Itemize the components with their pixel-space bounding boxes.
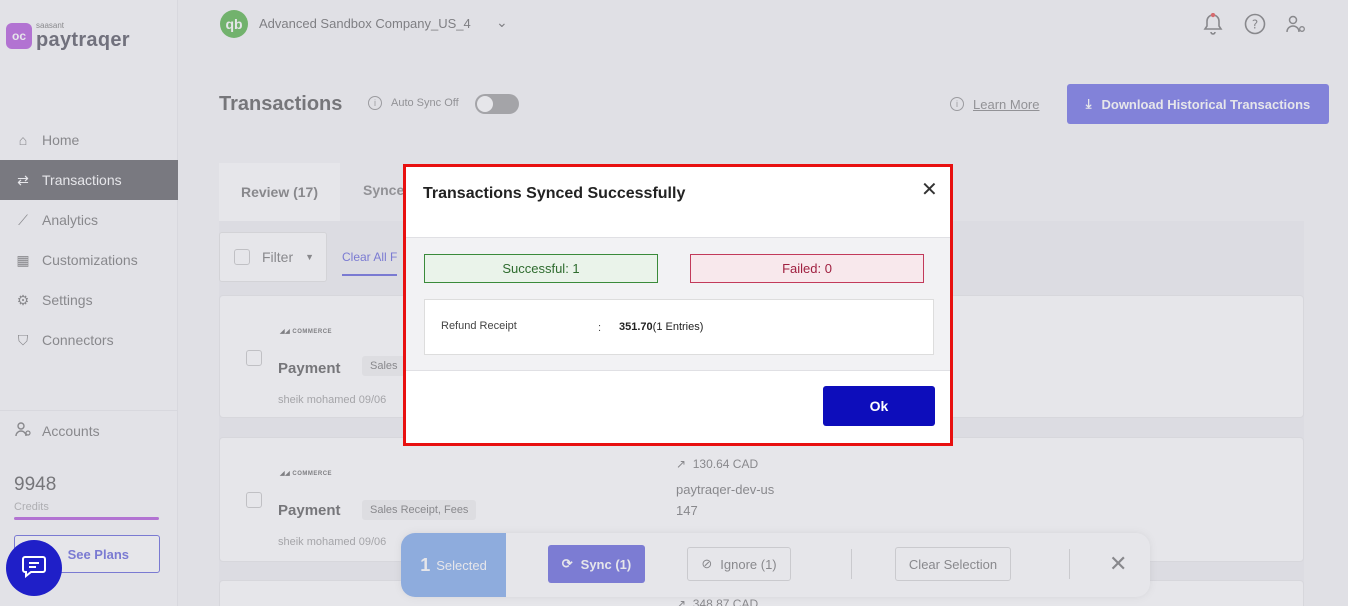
modal-title: Transactions Synced Successfully bbox=[423, 185, 686, 202]
ok-button[interactable]: Ok bbox=[823, 386, 935, 426]
entry-separator: : bbox=[598, 322, 602, 334]
entry-amount: 351.70 bbox=[619, 321, 653, 333]
close-icon[interactable]: ✕ bbox=[921, 177, 938, 202]
modal-body: Successful: 1 Failed: 0 Refund Receipt :… bbox=[406, 237, 950, 371]
chat-support-button[interactable] bbox=[6, 540, 62, 596]
entry-value: 351.70(1 Entries) bbox=[619, 321, 703, 333]
entry-count: (1 Entries) bbox=[652, 321, 704, 333]
synced-entry-row: Refund Receipt : 351.70(1 Entries) bbox=[424, 299, 934, 355]
chat-icon bbox=[21, 554, 47, 583]
entry-type-label: Refund Receipt bbox=[441, 320, 517, 332]
successful-count-badge: Successful: 1 bbox=[424, 254, 658, 283]
sync-result-modal: Transactions Synced Successfully ✕ Succe… bbox=[403, 164, 953, 446]
failed-count-badge: Failed: 0 bbox=[690, 254, 924, 283]
